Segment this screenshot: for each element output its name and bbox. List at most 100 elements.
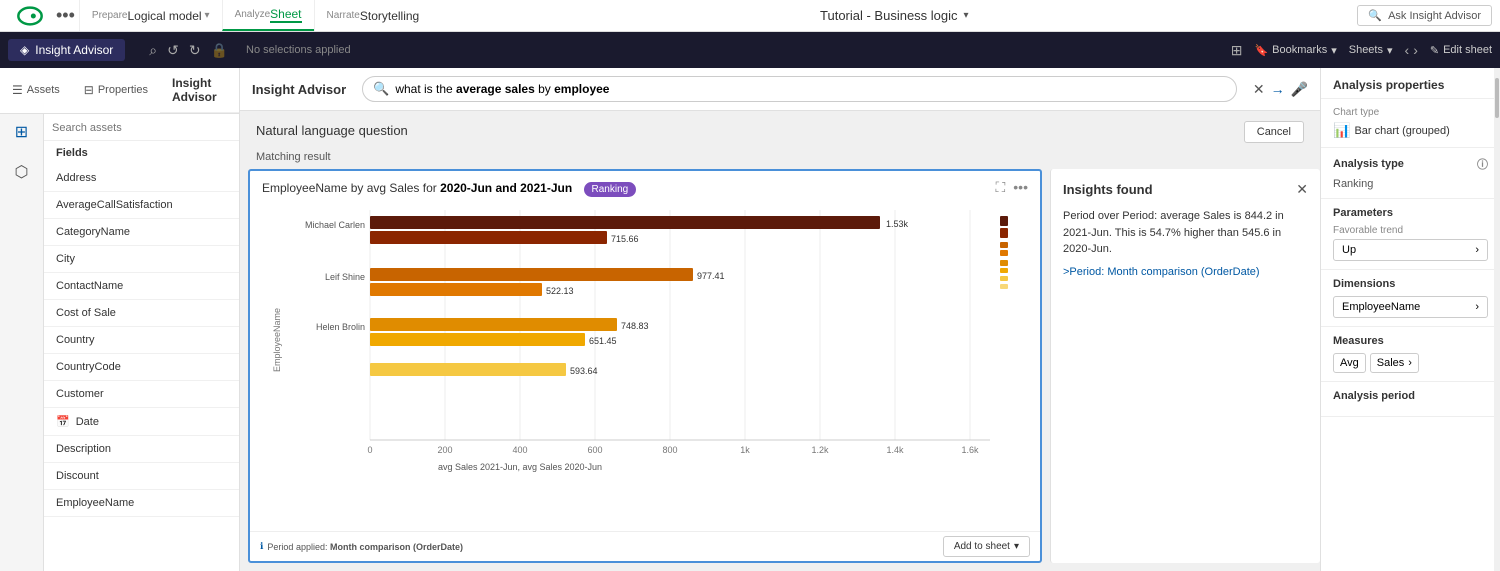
svg-text:593.64: 593.64: [570, 366, 598, 376]
field-item-avgcall[interactable]: AverageCallSatisfaction: [44, 192, 239, 219]
prev-sheet-icon[interactable]: ‹: [1405, 42, 1410, 58]
nav-prepare[interactable]: Prepare Logical model ▾: [79, 0, 222, 31]
sheets-label: Sheets: [1349, 44, 1383, 56]
field-item-country[interactable]: Country: [44, 327, 239, 354]
period-info-icon: ℹ: [260, 541, 263, 552]
field-item-contactname[interactable]: ContactName: [44, 273, 239, 300]
search-fields-input[interactable]: [52, 122, 231, 134]
search-bar[interactable]: 🔍 what is the average sales by employee: [362, 76, 1237, 102]
ask-advisor-button[interactable]: 🔍 Ask Insight Advisor: [1357, 5, 1492, 26]
nlq-title: Natural language question: [256, 123, 408, 138]
sidebar-nav: ⊞ ⬡: [0, 114, 44, 571]
field-item-address[interactable]: Address: [44, 165, 239, 192]
cancel-button[interactable]: Cancel: [1244, 121, 1304, 143]
fields-nav-icon[interactable]: ⊞: [15, 122, 28, 142]
scroll-thumb[interactable]: [1495, 78, 1499, 118]
measure-avg-chip[interactable]: Avg: [1333, 353, 1366, 373]
insights-close-icon[interactable]: ✕: [1296, 181, 1308, 198]
scroll-track: [1494, 68, 1500, 571]
svg-text:Helen Brolin: Helen Brolin: [316, 322, 365, 332]
svg-text:1.53k: 1.53k: [886, 219, 909, 229]
analysis-props-title: Analysis properties: [1321, 68, 1500, 99]
nav-narrate[interactable]: Narrate Storytelling: [314, 0, 432, 31]
field-item-employeename[interactable]: EmployeeName: [44, 490, 239, 517]
insight-advisor-tab[interactable]: ◈ Insight Advisor: [8, 39, 125, 61]
favorable-trend-label: Favorable trend: [1333, 225, 1488, 236]
bar-chart-icon: 📊: [1333, 122, 1350, 139]
dimensions-label: Dimensions: [1333, 278, 1395, 290]
app-title: Tutorial - Business logic: [820, 8, 958, 23]
svg-text:400: 400: [512, 445, 527, 455]
right-panel: Analysis properties Chart type 📊 Bar cha…: [1320, 68, 1500, 571]
dimension-chip[interactable]: EmployeeName ›: [1333, 296, 1488, 318]
field-employeename-label: EmployeeName: [56, 497, 134, 509]
field-costofsale-label: Cost of Sale: [56, 307, 116, 319]
field-countrycode-label: CountryCode: [56, 361, 121, 373]
field-item-costofsale[interactable]: Cost of Sale: [44, 300, 239, 327]
field-item-date[interactable]: 📅 Date: [44, 408, 239, 436]
grid-icon[interactable]: ⊞: [1231, 42, 1243, 59]
center-panel: Insight Advisor 🔍 what is the average sa…: [240, 68, 1320, 571]
insights-period-link[interactable]: >Period: Month comparison (OrderDate): [1063, 266, 1308, 278]
next-sheet-icon[interactable]: ›: [1413, 42, 1418, 58]
master-items-nav-icon[interactable]: ⬡: [15, 162, 29, 182]
field-item-countrycode[interactable]: CountryCode: [44, 354, 239, 381]
insights-header: Insights found ✕: [1063, 181, 1308, 198]
svg-text:800: 800: [662, 445, 677, 455]
chart-footer: ℹ Period applied: Month comparison (Orde…: [250, 531, 1040, 561]
field-item-discount[interactable]: Discount: [44, 463, 239, 490]
sheets-button[interactable]: Sheets ▾: [1349, 44, 1393, 57]
chart-icons: ⛶ •••: [995, 179, 1028, 196]
back-icon[interactable]: ↺: [167, 42, 179, 59]
chart-menu-icon[interactable]: •••: [1013, 179, 1028, 196]
period-info-text: Period applied: Month comparison (OrderD…: [267, 542, 463, 552]
nav-dots-icon[interactable]: •••: [52, 5, 79, 26]
matching-result-label: Matching result: [256, 151, 331, 163]
favorable-trend-value: Up: [1342, 244, 1356, 256]
nav-analyze[interactable]: Analyze Sheet: [222, 0, 314, 31]
edit-sheet-button[interactable]: ✎ Edit sheet: [1430, 44, 1492, 57]
svg-text:600: 600: [587, 445, 602, 455]
chart-container: EmployeeName by avg Sales for 2020-Jun a…: [248, 169, 1042, 563]
chart-title-bold: 2020-Jun and 2021-Jun: [440, 181, 572, 195]
sidebar-tabs: ☰ Assets ⊟ Properties Insight Advisor: [0, 68, 239, 114]
bookmarks-button[interactable]: 🔖 Bookmarks ▾: [1254, 44, 1336, 57]
ia-header: Insight Advisor 🔍 what is the average sa…: [240, 68, 1320, 111]
field-item-customer[interactable]: Customer: [44, 381, 239, 408]
smart-search-icon[interactable]: ⌕: [149, 42, 157, 59]
tab-assets[interactable]: ☰ Assets: [0, 68, 72, 113]
expand-chart-icon[interactable]: ⛶: [995, 179, 1005, 196]
forward-icon[interactable]: ↻: [189, 42, 201, 59]
prepare-value: Logical model: [127, 9, 201, 23]
search-submit-icon[interactable]: →: [1271, 81, 1285, 97]
analysis-type-value: Ranking: [1333, 178, 1488, 190]
search-fields-container: [44, 114, 239, 141]
chart-type-text: Bar chart (grouped): [1354, 125, 1449, 137]
field-item-categoryname[interactable]: CategoryName: [44, 219, 239, 246]
chart-header: EmployeeName by avg Sales for 2020-Jun a…: [250, 171, 1040, 200]
svg-text:748.83: 748.83: [621, 321, 649, 331]
narrate-value: Storytelling: [360, 9, 419, 23]
search-clear-icon[interactable]: ✕: [1253, 81, 1265, 98]
svg-text:Leif Shine: Leif Shine: [325, 272, 365, 282]
add-to-sheet-button[interactable]: Add to sheet ▾: [943, 536, 1030, 557]
date-calendar-icon: 📅: [56, 415, 70, 428]
search-bar-text: what is the average sales by employee: [395, 82, 609, 96]
measure-chips: Avg Sales ›: [1333, 353, 1488, 373]
analysis-type-info-icon[interactable]: ⓘ: [1477, 156, 1488, 172]
app-dropdown-icon[interactable]: ▾: [964, 10, 969, 21]
voice-search-icon[interactable]: 🎤: [1291, 81, 1308, 98]
field-item-description[interactable]: Description: [44, 436, 239, 463]
tab-properties[interactable]: ⊟ Properties: [72, 68, 160, 113]
selection-lock-icon[interactable]: 🔒: [211, 42, 228, 59]
ia-sidebar-title: Insight Advisor: [160, 68, 239, 113]
favorable-trend-dropdown[interactable]: Up ›: [1333, 239, 1488, 261]
field-item-city[interactable]: City: [44, 246, 239, 273]
chart-type-label: Chart type: [1333, 107, 1488, 118]
period-value: Month comparison (OrderDate): [330, 542, 463, 552]
prepare-arrow-icon: ▾: [205, 10, 210, 21]
svg-text:Michael Carlen: Michael Carlen: [305, 220, 365, 230]
svg-text:0: 0: [367, 445, 372, 455]
bar-chart-svg: EmployeeName Michael Carlen: [258, 200, 1032, 480]
measure-sales-chip[interactable]: Sales ›: [1370, 353, 1419, 373]
